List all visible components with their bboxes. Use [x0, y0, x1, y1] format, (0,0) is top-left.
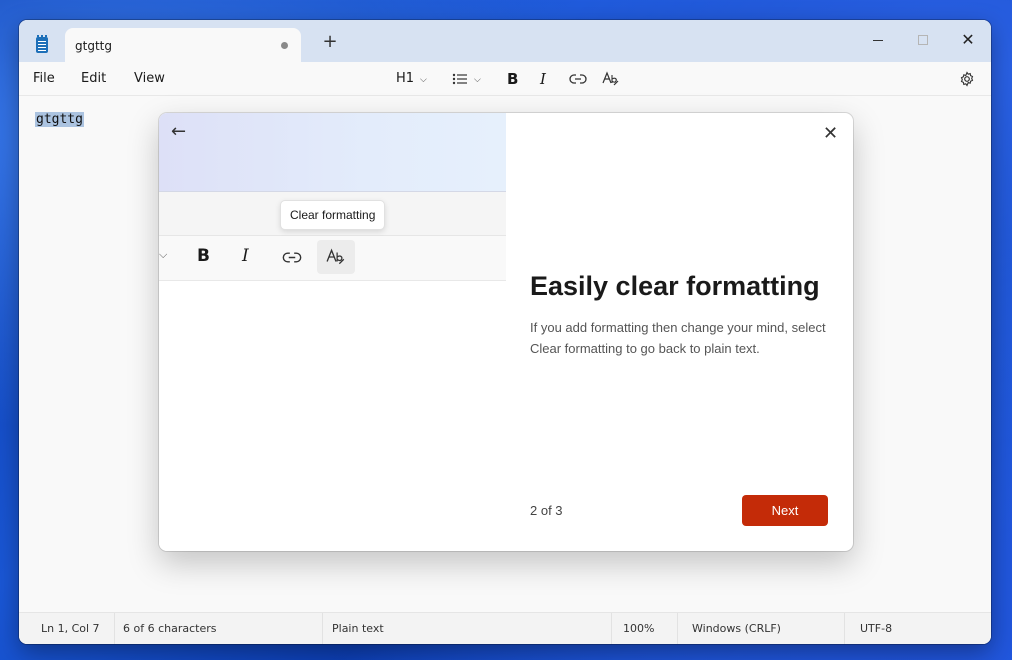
- clear-formatting-tooltip: Clear formatting: [280, 200, 386, 230]
- heading-dropdown[interactable]: H1 ⌵: [396, 69, 427, 89]
- menu-edit[interactable]: Edit: [81, 71, 106, 86]
- format-indicator[interactable]: Plain text: [332, 622, 384, 635]
- link-icon: [282, 249, 302, 269]
- back-arrow-icon[interactable]: ←: [171, 121, 186, 142]
- zoom-level[interactable]: 100%: [623, 622, 654, 635]
- link-icon[interactable]: [569, 69, 587, 89]
- tab-title: gtgttg: [75, 39, 112, 53]
- illustration-toolbar: ⌵ B I: [159, 236, 506, 281]
- clear-formatting-icon: [317, 240, 355, 274]
- bullet-list-icon: [452, 73, 467, 84]
- maximize-button[interactable]: [903, 26, 943, 54]
- bold-icon[interactable]: B: [507, 69, 518, 89]
- editor-selected-text[interactable]: gtgttg: [35, 112, 84, 127]
- minimize-button[interactable]: [858, 26, 898, 54]
- clear-formatting-icon[interactable]: [602, 69, 620, 89]
- unsaved-dot-icon[interactable]: [281, 42, 288, 49]
- next-button[interactable]: Next: [742, 495, 828, 526]
- illustration-header: [159, 113, 506, 192]
- character-count: 6 of 6 characters: [123, 622, 217, 635]
- dialog-body: If you add formatting then change your m…: [530, 320, 826, 356]
- menu-file[interactable]: File: [33, 71, 55, 86]
- notepad-icon: [36, 35, 48, 53]
- dialog-title: Easily clear formatting: [530, 271, 820, 301]
- close-window-button[interactable]: ✕: [948, 26, 988, 54]
- chevron-down-icon: ⌵: [474, 75, 481, 85]
- list-dropdown[interactable]: ⌵: [452, 69, 481, 89]
- chevron-down-icon: ⌵: [420, 75, 427, 85]
- illustration-panel: ← Clear formatting ⌵ B I: [159, 113, 506, 551]
- menu-view[interactable]: View: [134, 71, 165, 86]
- cursor-position[interactable]: Ln 1, Col 7: [41, 622, 100, 635]
- chevron-down-icon: ⌵: [159, 248, 168, 261]
- settings-gear-icon[interactable]: [959, 69, 975, 89]
- document-tab[interactable]: gtgttg: [65, 28, 301, 62]
- italic-icon: I: [242, 246, 249, 266]
- line-endings[interactable]: Windows (CRLF): [692, 622, 781, 635]
- encoding[interactable]: UTF-8: [860, 622, 892, 635]
- title-bar: gtgttg + ✕: [19, 20, 991, 62]
- italic-icon[interactable]: I: [540, 69, 546, 89]
- status-bar: Ln 1, Col 7 6 of 6 characters Plain text…: [19, 612, 991, 644]
- heading-label: H1: [396, 71, 415, 86]
- bold-icon: B: [197, 246, 210, 266]
- page-indicator: 2 of 3: [530, 503, 563, 518]
- new-tab-plus-icon[interactable]: +: [320, 32, 340, 52]
- close-dialog-icon[interactable]: ✕: [823, 123, 838, 144]
- menu-bar: File Edit View H1 ⌵ ⌵ B I: [19, 62, 991, 96]
- whats-new-dialog: ← Clear formatting ⌵ B I ✕ Easily clear …: [159, 113, 853, 551]
